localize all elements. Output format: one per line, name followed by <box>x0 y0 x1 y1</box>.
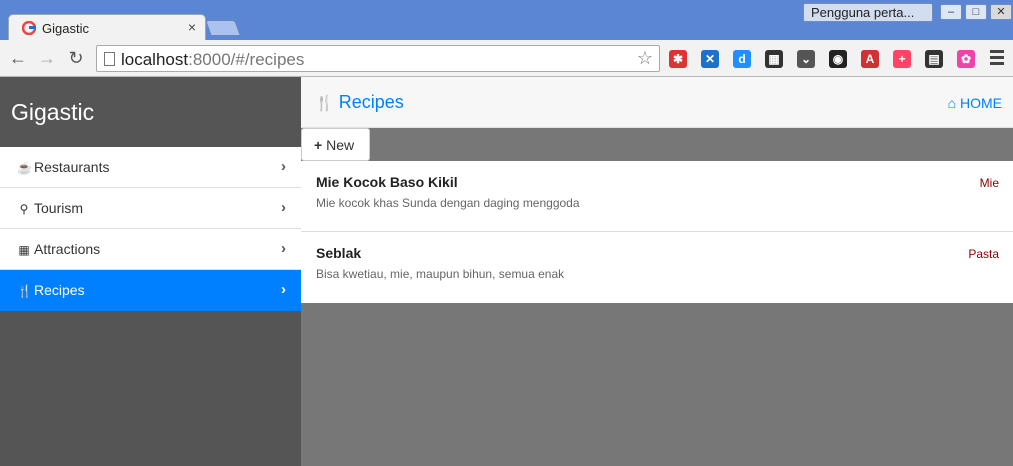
bookmark-star-icon[interactable]: ☆ <box>637 48 653 69</box>
recipe-category: Pasta <box>968 247 999 261</box>
main-content: 🍴 Recipes ⌂ HOME + New Mie Kocok Baso Ki… <box>301 77 1013 466</box>
extension-color-wheel-icon[interactable]: ✿ <box>957 50 975 68</box>
page-header: 🍴 Recipes ⌂ HOME <box>301 77 1013 128</box>
browser-menu-icon[interactable] <box>990 50 1004 68</box>
recipe-description: Bisa kwetiau, mie, maupun bihun, semua e… <box>316 267 565 281</box>
extension-qr-icon[interactable]: ▦ <box>765 50 783 68</box>
cutlery-icon: 🍴 <box>17 284 32 298</box>
back-arrow-icon[interactable]: ← <box>8 48 28 68</box>
chevron-right-icon: › <box>281 158 286 175</box>
tab-title: Gigastic <box>42 21 89 36</box>
map-marker-icon: ⚲ <box>19 202 29 216</box>
browser-tab[interactable]: Gigastic × <box>8 14 206 41</box>
close-window-button[interactable]: ✕ <box>990 4 1012 20</box>
new-recipe-button[interactable]: + New <box>301 128 370 161</box>
browser-titlebar: Gigastic × Pengguna perta... – □ ✕ <box>0 0 1013 41</box>
sidebar-nav: ☕ Restaurants › ⚲ Tourism › ▦ Attractions › 🍴 Reci… <box>0 147 301 311</box>
coffee-icon: ☕ <box>17 161 32 175</box>
chevron-right-icon: › <box>281 281 286 298</box>
chevron-right-icon: › <box>281 240 286 257</box>
sidebar-item-tourism[interactable]: ⚲ Tourism › <box>0 188 301 229</box>
brand-title: Gigastic <box>11 99 95 125</box>
extension-film-icon[interactable]: ▤ <box>925 50 943 68</box>
page-icon <box>104 52 115 66</box>
extension-d-icon[interactable]: d <box>733 50 751 68</box>
sidebar-item-recipes[interactable]: 🍴 Recipes › <box>0 270 301 311</box>
url-text: localhost:8000/#/recipes <box>121 50 305 69</box>
sidebar-item-label: Tourism <box>34 200 84 216</box>
recipe-list-item[interactable]: Seblak Bisa kwetiau, mie, maupun bihun, s… <box>301 232 1013 303</box>
browser-toolbar: ← → ↻ localhost:8000/#/recipes ☆ ✱ ✕ d ▦ ⌄ ◉ A… <box>0 40 1013 77</box>
forward-arrow-icon[interactable]: → <box>37 48 57 68</box>
gigastic-favicon-icon <box>22 21 36 35</box>
sidebar-item-label: Recipes <box>34 282 85 298</box>
chevron-right-icon: › <box>281 199 286 216</box>
recipe-list: Mie Kocok Baso Kikil Mie kocok khas Sunda… <box>301 161 1013 303</box>
sidebar-item-attractions[interactable]: ▦ Attractions › <box>0 229 301 270</box>
recipe-list-item[interactable]: Mie Kocok Baso Kikil Mie kocok khas Sunda… <box>301 161 1013 232</box>
extension-circle-icon[interactable]: ◉ <box>829 50 847 68</box>
sidebar-item-restaurants[interactable]: ☕ Restaurants › <box>0 147 301 188</box>
recipe-title: Mie Kocok Baso Kikil <box>316 174 458 190</box>
profile-button[interactable]: Pengguna perta... <box>803 3 933 22</box>
minimize-button[interactable]: – <box>940 4 962 20</box>
home-link[interactable]: ⌂ HOME <box>948 95 1002 111</box>
calendar-icon: ▦ <box>18 243 30 257</box>
plus-icon: + <box>314 137 323 153</box>
extension-plus-icon[interactable]: + <box>893 50 911 68</box>
extension-x-icon[interactable]: ✕ <box>701 50 719 68</box>
maximize-button[interactable]: □ <box>965 4 987 20</box>
sidebar-item-label: Attractions <box>34 241 101 257</box>
page-title: 🍴 Recipes <box>315 92 404 112</box>
cutlery-icon: 🍴 <box>315 95 334 112</box>
extension-font-icon[interactable]: A <box>861 50 879 68</box>
tab-close-icon[interactable]: × <box>188 19 196 35</box>
address-bar[interactable]: localhost:8000/#/recipes ☆ <box>96 45 660 72</box>
extension-red-puzzle-icon[interactable]: ✱ <box>669 50 687 68</box>
home-icon: ⌂ <box>947 95 957 111</box>
extension-pocket-icon[interactable]: ⌄ <box>797 50 815 68</box>
sidebar-item-label: Restaurants <box>34 159 110 175</box>
new-tab-button[interactable] <box>205 20 241 36</box>
recipe-description: Mie kocok khas Sunda dengan daging mengg… <box>316 196 580 210</box>
sidebar: Gigastic ☕ Restaurants › ⚲ Tourism › ▦ Attracti… <box>0 77 301 466</box>
reload-icon[interactable]: ↻ <box>66 48 86 68</box>
recipe-category: Mie <box>979 176 999 190</box>
recipe-title: Seblak <box>316 245 362 261</box>
